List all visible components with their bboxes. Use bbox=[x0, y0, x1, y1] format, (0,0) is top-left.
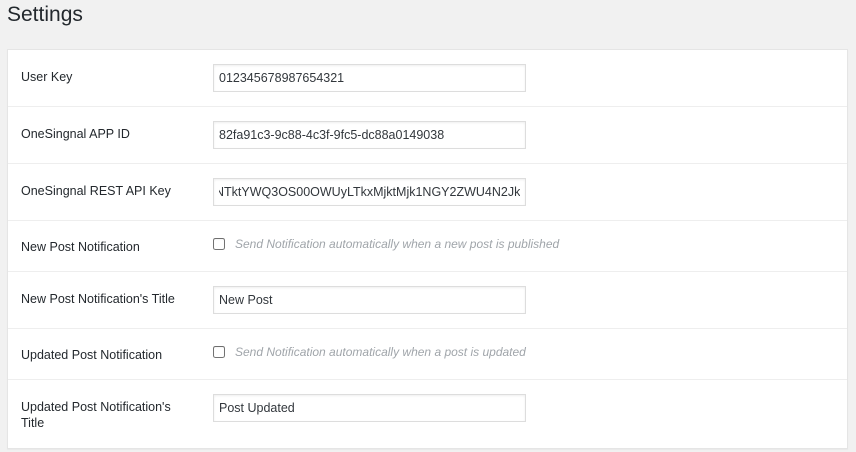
new-post-title-row: New Post Notification's Title bbox=[8, 272, 847, 329]
user-key-input[interactable] bbox=[213, 64, 526, 92]
new-post-notification-label: New Post Notification bbox=[21, 240, 140, 254]
updated-post-notification-checkbox[interactable] bbox=[213, 346, 225, 358]
page-title: Settings bbox=[7, 3, 83, 26]
app-id-row: OneSingnal APP ID bbox=[8, 107, 847, 164]
updated-post-notification-label: Updated Post Notification bbox=[21, 348, 163, 362]
updated-post-title-label: Updated Post Notification's Title bbox=[21, 400, 171, 430]
new-post-title-input[interactable] bbox=[213, 286, 526, 314]
user-key-row: User Key bbox=[8, 50, 847, 107]
rest-api-key-input[interactable] bbox=[213, 178, 526, 206]
rest-api-key-label: OneSingnal REST API Key bbox=[21, 184, 171, 198]
updated-post-title-input[interactable] bbox=[213, 394, 526, 422]
rest-api-key-row: OneSingnal REST API Key bbox=[8, 164, 847, 221]
updated-post-notification-control: Send Notification automatically when a p… bbox=[213, 344, 526, 360]
app-id-input[interactable] bbox=[213, 121, 526, 149]
new-post-notification-row: New Post Notification Send Notification … bbox=[8, 221, 847, 272]
user-key-label: User Key bbox=[21, 70, 73, 84]
new-post-notification-control: Send Notification automatically when a n… bbox=[213, 236, 559, 252]
updated-post-title-row: Updated Post Notification's Title bbox=[8, 380, 847, 448]
new-post-notification-description: Send Notification automatically when a n… bbox=[235, 237, 560, 251]
settings-panel: User Key OneSingnal APP ID OneSingnal RE… bbox=[7, 49, 848, 449]
new-post-title-label: New Post Notification's Title bbox=[21, 292, 175, 306]
updated-post-notification-row: Updated Post Notification Send Notificat… bbox=[8, 329, 847, 380]
new-post-notification-checkbox[interactable] bbox=[213, 238, 225, 250]
updated-post-notification-description: Send Notification automatically when a p… bbox=[235, 345, 526, 359]
app-id-label: OneSingnal APP ID bbox=[21, 127, 130, 141]
